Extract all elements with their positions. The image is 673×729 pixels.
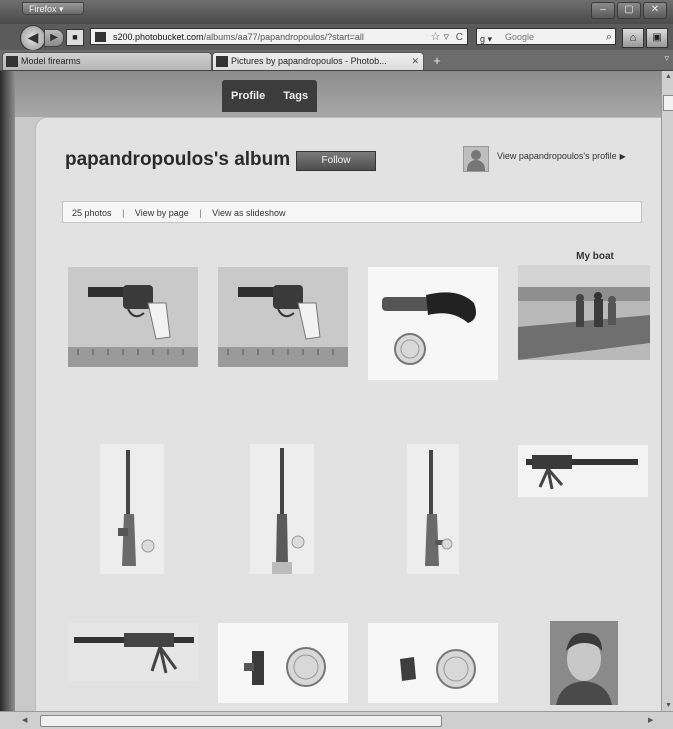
tab-favicon-icon	[6, 56, 18, 67]
separator: |	[199, 208, 202, 218]
maximize-button[interactable]: ▢	[617, 2, 641, 19]
search-placeholder: Google	[505, 32, 535, 42]
search-engine-icon[interactable]: g ▾	[480, 31, 492, 48]
minimize-button[interactable]: –	[591, 2, 615, 19]
tab-close-icon[interactable]: ✕	[411, 53, 419, 70]
photo-thumbnail[interactable]	[218, 267, 348, 367]
photo-thumbnail[interactable]	[68, 623, 198, 681]
album-title: papandropoulos's album	[65, 149, 291, 170]
separator: |	[122, 208, 125, 218]
url-host: s200.photobucket.com	[113, 32, 204, 42]
photo-thumbnail[interactable]	[368, 623, 498, 703]
nav-tags[interactable]: Tags	[274, 80, 317, 112]
close-window-button[interactable]: ✕	[643, 2, 667, 19]
photo-thumbnail[interactable]	[250, 444, 314, 574]
scroll-down-icon[interactable]: ▼	[665, 702, 672, 709]
view-profile-link[interactable]: View papandropoulos's profile ▶	[497, 151, 626, 161]
tab-label: Model firearms	[21, 56, 81, 66]
photo-thumbnail[interactable]	[100, 444, 164, 574]
toolbar-menu-button[interactable]: ▣	[646, 28, 668, 48]
part-coin-image	[218, 623, 348, 703]
tab-model-firearms[interactable]: Model firearms	[2, 52, 212, 70]
firefox-menu-label: Firefox	[29, 4, 57, 14]
vertical-scrollbar[interactable]: ▲ ▼	[661, 71, 673, 711]
photo-thumbnail[interactable]	[368, 267, 498, 380]
window-titlebar: Firefox ▾ – ▢ ✕	[0, 0, 673, 24]
rifle-image	[407, 444, 459, 574]
back-arrow-icon: ◀	[27, 29, 39, 45]
page-viewport: Profile Tags papandropoulos's album Foll…	[15, 71, 661, 711]
view-profile-label: View papandropoulos's profile	[497, 151, 617, 161]
photo-thumbnail[interactable]	[518, 265, 650, 360]
tab-strip: Model firearms Pictures by papandropoulo…	[0, 50, 673, 71]
photo-caption: My boat	[576, 251, 614, 262]
firefox-menu-button[interactable]: Firefox ▾	[22, 2, 84, 15]
album-info-bar: 25 photos | View by page | View as slide…	[62, 201, 642, 223]
navigation-toolbar: ◀ ▶ ■ s200.photobucket.com/albums/aa77/p…	[0, 24, 673, 51]
page-icon-button[interactable]: ■	[66, 29, 84, 46]
site-favicon-icon	[95, 32, 106, 42]
photo-thumbnail[interactable]	[407, 444, 459, 574]
address-bar[interactable]: s200.photobucket.com/albums/aa77/papandr…	[90, 28, 468, 45]
home-icon: ⌂	[629, 32, 637, 44]
tab-photobucket[interactable]: Pictures by papandropoulos - Photob... ✕	[212, 52, 424, 70]
horizontal-scrollbar[interactable]: ◀ ▶	[0, 711, 673, 729]
rifle-image	[100, 444, 164, 574]
url-path: /albums/aa77/papandropoulos/?start=all	[203, 32, 364, 42]
revolver-image	[218, 267, 348, 367]
portrait-image	[550, 621, 618, 705]
photo-thumbnail[interactable]	[550, 621, 618, 705]
album-panel: papandropoulos's album Follow View papan…	[35, 117, 661, 711]
new-tab-button[interactable]: +	[428, 53, 446, 69]
machine-gun-image	[68, 623, 198, 681]
magnifier-icon[interactable]: ⌕	[606, 29, 612, 46]
scroll-right-icon[interactable]: ▶	[648, 716, 653, 724]
revolver-image	[68, 267, 198, 367]
pistol-coin-image	[368, 267, 498, 380]
window-controls: – ▢ ✕	[591, 2, 667, 19]
menu-icon: ▣	[652, 32, 662, 43]
bookmark-star-icon[interactable]: ☆ ▿	[431, 29, 449, 44]
arrow-right-icon: ▶	[619, 152, 626, 161]
view-slideshow-link[interactable]: View as slideshow	[212, 208, 285, 218]
avatar[interactable]	[463, 146, 489, 172]
back-button[interactable]: ◀	[20, 25, 46, 51]
view-by-page-link[interactable]: View by page	[135, 208, 189, 218]
nav-profile[interactable]: Profile	[222, 80, 274, 112]
scroll-left-icon[interactable]: ◀	[22, 716, 27, 724]
horizontal-scroll-thumb[interactable]	[40, 715, 442, 727]
machine-gun-image	[518, 445, 648, 497]
photo-thumbnail[interactable]	[218, 623, 348, 703]
tab-list-icon[interactable]: ▿	[664, 53, 669, 64]
photo-thumbnail[interactable]	[68, 267, 198, 367]
forward-arrow-icon: ▶	[50, 32, 58, 43]
photo-count: 25 photos	[72, 208, 112, 218]
reload-icon[interactable]: C	[456, 29, 463, 44]
boat-photo-image	[518, 265, 650, 360]
home-button[interactable]: ⌂	[622, 28, 644, 48]
follow-button[interactable]: Follow	[296, 151, 376, 171]
search-bar[interactable]: g ▾ Google ⌕	[476, 28, 616, 45]
vertical-scroll-thumb[interactable]	[663, 95, 673, 111]
page-left-edge	[0, 71, 15, 711]
site-subnav: Profile Tags	[222, 80, 318, 112]
part-coin-image	[368, 623, 498, 703]
forward-button[interactable]: ▶	[44, 29, 64, 47]
tab-favicon-icon	[216, 56, 228, 67]
page-icon: ■	[72, 32, 78, 42]
tab-label: Pictures by papandropoulos - Photob...	[231, 56, 387, 66]
rifle-image	[250, 444, 314, 574]
scroll-up-icon[interactable]: ▲	[665, 73, 672, 80]
photo-thumbnail[interactable]	[518, 445, 648, 497]
